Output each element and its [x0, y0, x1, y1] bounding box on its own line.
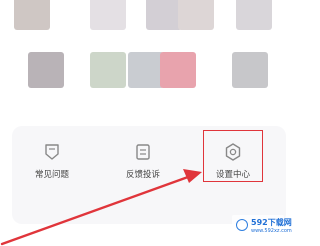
faq-button[interactable]: 常见问题: [20, 138, 84, 198]
feedback-button[interactable]: 反馈投诉: [111, 138, 175, 198]
app-tile[interactable]: [178, 0, 214, 30]
app-tile[interactable]: [28, 52, 64, 88]
app-tile[interactable]: [90, 52, 126, 88]
highlight-box: [203, 130, 263, 182]
faq-icon: [45, 144, 59, 160]
app-tile[interactable]: [236, 0, 272, 30]
watermark: 592下载网 www.592xz.com: [232, 215, 292, 242]
app-tile[interactable]: [14, 0, 50, 30]
feedback-label: 反馈投诉: [125, 170, 160, 180]
feedback-icon: [136, 144, 150, 160]
app-tile[interactable]: [232, 52, 268, 88]
app-tile[interactable]: [160, 52, 196, 88]
watermark-url: www.592xz.com: [251, 228, 292, 234]
app-tile[interactable]: [90, 0, 126, 30]
app-tile[interactable]: [128, 52, 164, 88]
faq-label: 常见问题: [34, 170, 69, 180]
app-tile[interactable]: [146, 0, 182, 30]
watermark-logo-icon: [236, 219, 248, 231]
watermark-brand: 592下载网: [251, 218, 292, 227]
